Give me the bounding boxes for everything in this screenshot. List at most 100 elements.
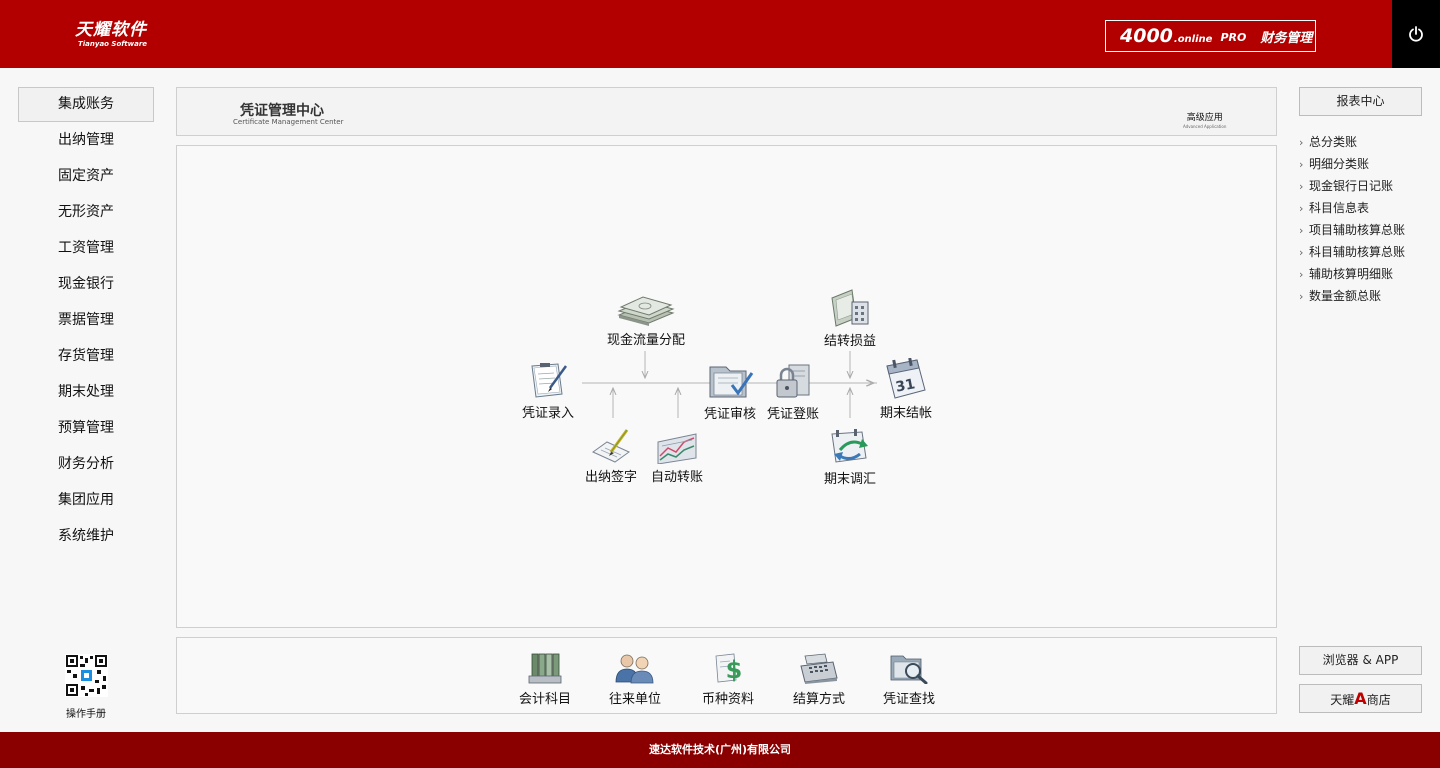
manual-qr[interactable]: 操作手册 bbox=[58, 654, 114, 720]
nav-item-payroll[interactable]: 工资管理 bbox=[18, 230, 154, 266]
report-link-general-ledger[interactable]: › 总分类账 bbox=[1299, 133, 1440, 155]
product-pro: PRO bbox=[1220, 30, 1247, 44]
flow-carry-profit[interactable]: 结转损益 bbox=[810, 288, 890, 349]
report-link-label: 辅助核算明细账 bbox=[1309, 267, 1394, 281]
building-ledger-icon bbox=[831, 289, 869, 327]
report-link-label: 科目信息表 bbox=[1309, 201, 1370, 215]
browser-app-button[interactable]: 浏览器 & APP bbox=[1299, 646, 1422, 675]
money-stack-icon bbox=[617, 296, 675, 326]
tool-voucher-search[interactable]: 凭证查找 bbox=[869, 652, 949, 707]
report-list: › 总分类账 › 明细分类账 › 现金银行日记账 › 科目信息表 › 项目辅助核算总账 ›… bbox=[1299, 133, 1440, 309]
report-link-label: 总分类账 bbox=[1309, 135, 1358, 149]
folder-search-icon bbox=[890, 655, 928, 684]
chevron-right-icon: › bbox=[1299, 246, 1304, 259]
flow-cash-flow-label: 现金流量分配 bbox=[606, 333, 685, 348]
store-label-pre: 天耀 bbox=[1330, 693, 1355, 707]
logo-cn: 天耀软件 bbox=[75, 20, 147, 40]
nav-item-cashier[interactable]: 出纳管理 bbox=[18, 122, 154, 158]
tool-settlement[interactable]: 结算方式 bbox=[779, 652, 859, 707]
flow-carry-profit-label: 结转损益 bbox=[823, 334, 876, 349]
left-nav: 集成账务 出纳管理 固定资产 无形资产 工资管理 现金银行 票据管理 存货管理 … bbox=[18, 87, 154, 554]
nav-item-maintenance[interactable]: 系统维护 bbox=[18, 518, 154, 554]
nav-item-analysis[interactable]: 财务分析 bbox=[18, 446, 154, 482]
nav-item-budget[interactable]: 预算管理 bbox=[18, 410, 154, 446]
chevron-right-icon: › bbox=[1299, 290, 1304, 303]
nav-item-inventory[interactable]: 存货管理 bbox=[18, 338, 154, 374]
report-link-quantity-amount[interactable]: › 数量金额总账 bbox=[1299, 287, 1440, 309]
flow-period-close-label: 期末结帐 bbox=[879, 406, 932, 421]
power-button[interactable] bbox=[1392, 0, 1440, 68]
flow-voucher-entry-label: 凭证录入 bbox=[521, 406, 574, 421]
nav-item-cash-bank[interactable]: 现金银行 bbox=[18, 266, 154, 302]
flow-auto-transfer[interactable]: 自动转账 bbox=[637, 430, 717, 485]
nav-item-intangible-assets[interactable]: 无形资产 bbox=[18, 194, 154, 230]
brand-logo: 天耀软件 Tianyao Software bbox=[75, 20, 147, 48]
report-link-label: 现金银行日记账 bbox=[1309, 179, 1394, 193]
chevron-right-icon: › bbox=[1299, 158, 1304, 171]
tool-settlement-label: 结算方式 bbox=[792, 692, 845, 707]
power-icon bbox=[1409, 26, 1423, 42]
product-name: 财务管理 bbox=[1260, 31, 1313, 46]
tool-accounts-label: 会计科目 bbox=[518, 692, 571, 707]
chevron-right-icon: › bbox=[1299, 224, 1304, 237]
footer-company: 速达软件技术(广州)有限公司 bbox=[648, 743, 792, 756]
nav-item-ledger[interactable]: 集成账务 bbox=[18, 87, 154, 122]
users-icon bbox=[615, 654, 654, 684]
tool-currency[interactable]: $ 币种资料 bbox=[688, 652, 768, 707]
nav-item-fixed-assets[interactable]: 固定资产 bbox=[18, 158, 154, 194]
report-link-label: 明细分类账 bbox=[1309, 157, 1370, 171]
tool-accounts[interactable]: 会计科目 bbox=[505, 652, 585, 707]
report-link-cash-journal[interactable]: › 现金银行日记账 bbox=[1299, 177, 1440, 199]
tool-voucher-search-label: 凭证查找 bbox=[882, 692, 935, 707]
tool-currency-label: 币种资料 bbox=[701, 692, 754, 707]
flow-voucher-post[interactable]: 凭证登账 bbox=[753, 361, 833, 422]
chevron-right-icon: › bbox=[1299, 136, 1304, 149]
report-link-account-info[interactable]: › 科目信息表 bbox=[1299, 199, 1440, 221]
flow-cash-flow[interactable]: 现金流量分配 bbox=[606, 293, 686, 348]
tool-partners[interactable]: 往来单位 bbox=[595, 652, 675, 707]
top-header: 天耀软件 Tianyao Software 4000 .online PRO 财… bbox=[0, 0, 1440, 68]
calendar-exchange-icon bbox=[831, 429, 868, 463]
binders-icon bbox=[528, 653, 562, 684]
calendar-31-icon: 31 bbox=[886, 358, 926, 399]
footer: 速达软件技术(广州)有限公司 bbox=[0, 732, 1440, 768]
lock-ledger-icon bbox=[776, 364, 810, 398]
chevron-right-icon: › bbox=[1299, 268, 1304, 281]
center-header: 凭证管理中心 Certificate Management Center 高级应… bbox=[176, 87, 1277, 136]
advanced-label: 高级应用 bbox=[1186, 113, 1223, 123]
nav-item-bills[interactable]: 票据管理 bbox=[18, 302, 154, 338]
flow-voucher-entry[interactable]: 凭证录入 bbox=[508, 360, 588, 421]
report-link-aux-detail[interactable]: › 辅助核算明细账 bbox=[1299, 265, 1440, 287]
product-badge: 4000 .online PRO 财务管理 bbox=[1105, 20, 1316, 52]
report-link-label: 科目辅助核算总账 bbox=[1309, 245, 1406, 259]
flow-period-adjust[interactable]: 期末调汇 bbox=[810, 428, 890, 487]
report-link-project-aux[interactable]: › 项目辅助核算总账 bbox=[1299, 221, 1440, 243]
store-button[interactable]: 天耀A商店 bbox=[1299, 684, 1422, 713]
nav-item-period-end[interactable]: 期末处理 bbox=[18, 374, 154, 410]
nav-item-group[interactable]: 集团应用 bbox=[18, 482, 154, 518]
tools-panel: 会计科目 往来单位 $ 币种资料 结算方式 凭证查找 bbox=[176, 637, 1277, 714]
product-online: .online bbox=[1173, 33, 1213, 45]
report-link-detail-ledger[interactable]: › 明细分类账 bbox=[1299, 155, 1440, 177]
sign-pen-icon bbox=[592, 429, 630, 463]
report-link-label: 数量金额总账 bbox=[1309, 289, 1382, 303]
flow-auto-transfer-label: 自动转账 bbox=[650, 470, 703, 485]
report-link-label: 项目辅助核算总账 bbox=[1309, 223, 1406, 237]
flow-voucher-post-label: 凭证登账 bbox=[766, 407, 819, 422]
flow-period-close[interactable]: 31 期末结帐 bbox=[866, 358, 946, 421]
store-label-post: 商店 bbox=[1366, 693, 1391, 707]
page-subtitle: Certificate Management Center bbox=[233, 118, 344, 126]
report-link-account-aux[interactable]: › 科目辅助核算总账 bbox=[1299, 243, 1440, 265]
svg-text:$: $ bbox=[726, 656, 743, 684]
chart-tray-icon bbox=[657, 433, 697, 464]
tool-partners-label: 往来单位 bbox=[608, 692, 661, 707]
cash-register-icon bbox=[800, 653, 838, 684]
page-title: 凭证管理中心 bbox=[240, 103, 324, 119]
qr-code-icon bbox=[64, 654, 108, 697]
store-logo-mark: A bbox=[1354, 689, 1367, 708]
flow-period-adjust-label: 期末调汇 bbox=[823, 472, 876, 487]
clipboard-pen-icon bbox=[531, 363, 568, 398]
currency-icon: $ bbox=[715, 653, 743, 684]
advanced-app-link[interactable]: 高级应用 Advanced Application bbox=[1183, 110, 1226, 129]
report-center-button[interactable]: 报表中心 bbox=[1299, 87, 1422, 116]
